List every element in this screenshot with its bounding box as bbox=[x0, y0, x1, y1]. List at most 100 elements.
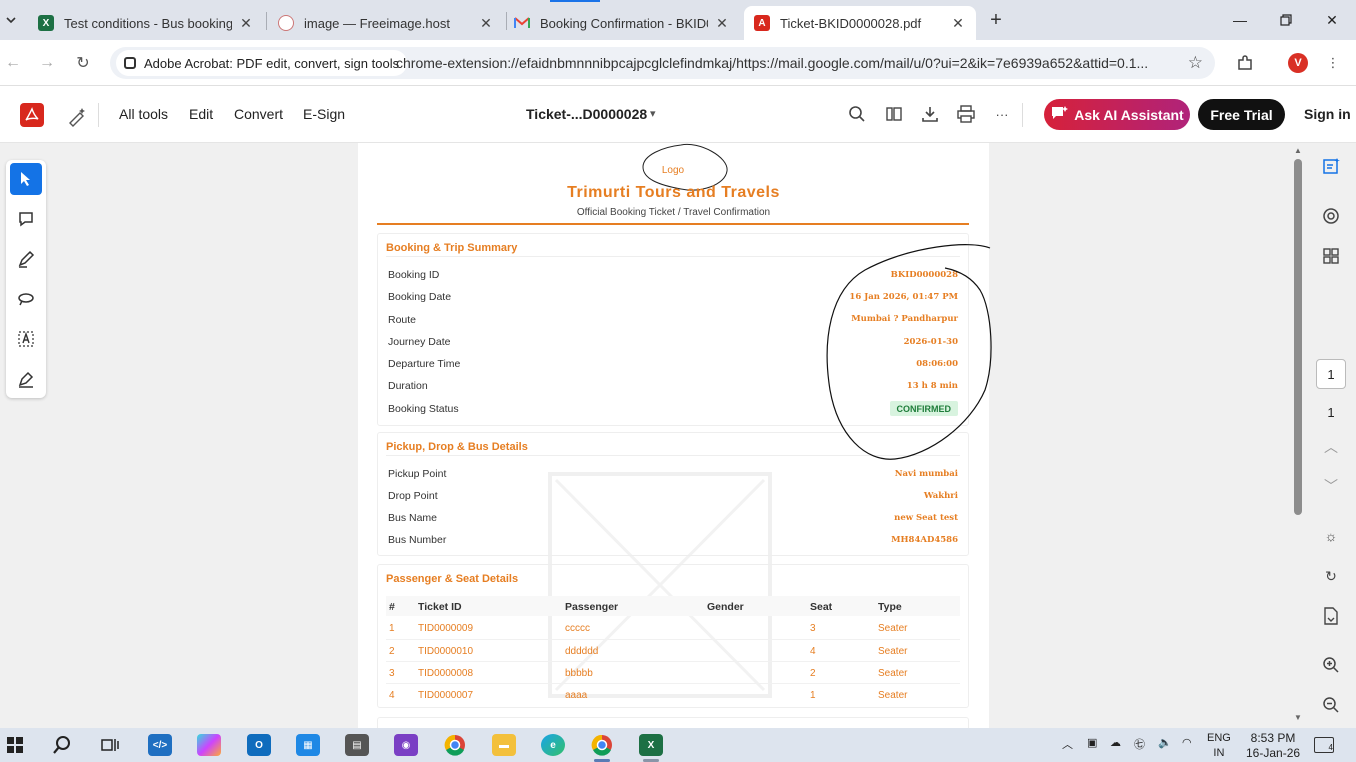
table-cell: Seater bbox=[878, 646, 908, 657]
close-window-button[interactable]: ✕ bbox=[1320, 8, 1344, 32]
onedrive-cloud-icon[interactable]: ☁ bbox=[1110, 736, 1121, 749]
address-bar[interactable]: Adobe Acrobat: PDF edit, convert, sign t… bbox=[110, 47, 1215, 79]
tab-freeimage[interactable]: image — Freeimage.host ✕ bbox=[268, 6, 504, 40]
sign-in-link[interactable]: Sign in bbox=[1304, 106, 1351, 122]
language-indicator[interactable]: ENG IN bbox=[1207, 731, 1231, 761]
table-cell: 1 bbox=[810, 690, 816, 701]
scrollbar-thumb[interactable] bbox=[1294, 159, 1302, 515]
excel-icon[interactable]: X bbox=[639, 734, 663, 756]
close-icon[interactable]: ✕ bbox=[714, 15, 730, 31]
table-cell: TID0000009 bbox=[418, 623, 474, 634]
ai-summary-icon[interactable] bbox=[1320, 155, 1342, 177]
search-icon[interactable] bbox=[846, 103, 868, 125]
extension-chip[interactable]: Adobe Acrobat: PDF edit, convert, sign t… bbox=[116, 50, 408, 76]
windows-start-icon[interactable] bbox=[3, 734, 27, 756]
booking-date-label: Booking Date bbox=[388, 291, 452, 303]
thumbnails-grid-icon[interactable] bbox=[1320, 245, 1342, 267]
booking-status-label: Booking Status bbox=[388, 403, 459, 415]
browser-menu-icon[interactable]: ⋮ bbox=[1322, 52, 1344, 74]
forward-button[interactable]: → bbox=[36, 52, 58, 74]
free-trial-button[interactable]: Free Trial bbox=[1198, 99, 1285, 130]
windows-taskbar: </> O ▦ ▤ ◉ ▬ e X ︿ ▣ ☁ ㊆ 🔈 ◠ ENG IN 8:5… bbox=[0, 728, 1356, 762]
select-tool-cursor-icon[interactable] bbox=[10, 163, 42, 195]
system-clock[interactable]: 8:53 PM 16-Jan-26 bbox=[1246, 731, 1300, 761]
notification-center-icon[interactable]: 4 bbox=[1314, 737, 1334, 753]
input-method-icon[interactable]: ㊆ bbox=[1134, 736, 1145, 752]
table-cell: Seater bbox=[878, 690, 908, 701]
calculator-icon[interactable]: ▤ bbox=[345, 734, 369, 756]
tab-title: Booking Confirmation - BKID00 bbox=[540, 15, 708, 31]
chevron-down-icon[interactable]: ▾ bbox=[650, 107, 656, 120]
task-view-icon[interactable] bbox=[98, 734, 122, 756]
chrome-active-icon[interactable] bbox=[590, 734, 614, 756]
chrome-icon[interactable] bbox=[443, 734, 467, 756]
store-icon[interactable]: ▦ bbox=[296, 734, 320, 756]
menu-convert[interactable]: Convert bbox=[234, 106, 283, 122]
language-code: ENG bbox=[1207, 732, 1231, 744]
ai-button-label: Ask AI Assistant bbox=[1074, 106, 1184, 123]
page-display-icon[interactable] bbox=[883, 103, 905, 125]
comments-panel-icon[interactable] bbox=[1320, 205, 1342, 227]
tab-ticket-pdf[interactable]: A Ticket-BKID0000028.pdf ✕ bbox=[744, 6, 976, 40]
show-hidden-icons-chevron-up-icon[interactable]: ︿ bbox=[1062, 736, 1073, 752]
document-title[interactable]: Ticket-...D0000028 bbox=[526, 106, 647, 122]
print-icon[interactable] bbox=[955, 103, 977, 125]
tab-test-conditions[interactable]: X Test conditions - Bus booking.xl ✕ bbox=[28, 6, 264, 40]
comment-tool-icon[interactable] bbox=[10, 203, 42, 235]
zoom-out-icon[interactable] bbox=[1320, 694, 1342, 716]
rotate-icon[interactable]: ↻ bbox=[1320, 565, 1342, 587]
bookmark-star-icon[interactable]: ☆ bbox=[1188, 53, 1203, 73]
reload-button[interactable]: ↻ bbox=[72, 52, 94, 74]
draw-tool-icon[interactable] bbox=[10, 243, 42, 275]
tab-loading-indicator bbox=[550, 0, 600, 2]
meet-now-icon[interactable]: ▣ bbox=[1087, 736, 1097, 749]
close-icon[interactable]: ✕ bbox=[238, 15, 254, 31]
file-explorer-icon[interactable]: ▬ bbox=[492, 734, 516, 756]
vscode-icon[interactable]: </> bbox=[148, 734, 172, 756]
toolbar-divider bbox=[98, 103, 99, 127]
menu-esign[interactable]: E-Sign bbox=[303, 106, 345, 122]
sign-pen-icon[interactable] bbox=[10, 363, 42, 395]
profile-avatar[interactable]: V bbox=[1288, 53, 1308, 73]
next-page-chevron-down-icon[interactable]: ﹀ bbox=[1320, 475, 1342, 497]
more-options-icon[interactable]: ··· bbox=[991, 103, 1013, 125]
minimize-button[interactable]: — bbox=[1228, 8, 1252, 32]
tab-search-icon[interactable] bbox=[2, 10, 20, 30]
table-cell: dddddd bbox=[565, 646, 599, 657]
zoom-in-icon[interactable] bbox=[1320, 654, 1342, 676]
close-icon[interactable]: ✕ bbox=[478, 15, 494, 31]
scroll-up-arrow-icon[interactable]: ▲ bbox=[1292, 146, 1304, 155]
current-page-input[interactable]: 1 bbox=[1316, 359, 1346, 389]
acrobat-logo-icon[interactable] bbox=[20, 103, 44, 127]
menu-all-tools[interactable]: All tools bbox=[119, 106, 168, 122]
search-icon[interactable] bbox=[50, 734, 74, 756]
new-tab-button[interactable]: + bbox=[986, 9, 1006, 31]
ask-ai-assistant-button[interactable]: Ask AI Assistant bbox=[1044, 99, 1190, 130]
menu-edit[interactable]: Edit bbox=[189, 106, 213, 122]
wifi-icon[interactable]: ◠ bbox=[1182, 736, 1192, 749]
back-button[interactable]: ← bbox=[2, 52, 24, 74]
scroll-down-arrow-icon[interactable]: ▼ bbox=[1292, 713, 1304, 722]
freehand-lasso-icon[interactable] bbox=[10, 283, 42, 315]
pickup-point-label: Pickup Point bbox=[388, 468, 447, 480]
outlook-icon[interactable]: O bbox=[247, 734, 271, 756]
brightness-icon[interactable]: ☼ bbox=[1320, 525, 1342, 547]
text-box-tool-icon[interactable] bbox=[10, 323, 42, 355]
ai-edit-icon[interactable] bbox=[66, 105, 88, 127]
journey-date-label: Journey Date bbox=[388, 336, 451, 348]
table-cell: 2 bbox=[389, 646, 395, 657]
edge-icon[interactable]: e bbox=[541, 734, 565, 756]
url-text[interactable]: chrome-extension://efaidnbmnnnibpcajpcgl… bbox=[396, 55, 1148, 71]
previous-page-chevron-up-icon[interactable]: ︿ bbox=[1320, 436, 1342, 458]
download-icon[interactable] bbox=[919, 103, 941, 125]
extensions-puzzle-icon[interactable] bbox=[1234, 52, 1256, 74]
passenger-section: Passenger & Seat Details # Ticket ID Pas… bbox=[377, 564, 969, 708]
extract-page-icon[interactable] bbox=[1320, 605, 1342, 627]
volume-icon[interactable]: 🔈 bbox=[1158, 736, 1172, 749]
vertical-scrollbar[interactable]: ▲ ▼ bbox=[1292, 143, 1306, 728]
close-icon[interactable]: ✕ bbox=[950, 15, 966, 31]
copilot-icon[interactable] bbox=[197, 734, 221, 756]
restore-button[interactable] bbox=[1274, 8, 1298, 32]
tab-booking-confirmation[interactable]: Booking Confirmation - BKID00 ✕ bbox=[504, 6, 740, 40]
clipchamp-icon[interactable]: ◉ bbox=[394, 734, 418, 756]
